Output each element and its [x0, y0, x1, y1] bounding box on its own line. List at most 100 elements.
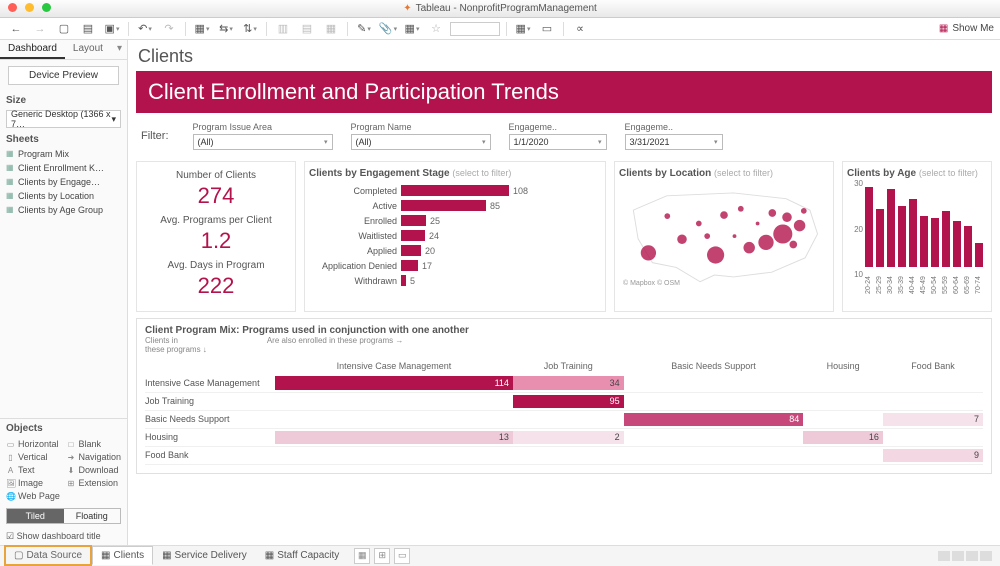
swap-icon[interactable]: ⇆: [216, 20, 236, 38]
age-bar[interactable]: 60-64: [953, 221, 961, 289]
object-item[interactable]: 🖼Image: [4, 477, 62, 489]
map-bubble[interactable]: [704, 233, 710, 239]
minimize-dot[interactable]: [25, 3, 34, 12]
age-panel[interactable]: Clients by Age (select to filter) 302010…: [842, 161, 992, 312]
group-icon[interactable]: ▥: [273, 20, 293, 38]
mix-cell[interactable]: 84: [624, 410, 804, 428]
device-preview-button[interactable]: Device Preview: [8, 66, 119, 85]
age-bar[interactable]: 30-34: [887, 189, 895, 289]
show-me-button[interactable]: ▦ Show Me: [939, 23, 994, 34]
filter-select[interactable]: (All): [193, 134, 333, 150]
show-title-checkbox[interactable]: ☑ Show dashboard title: [0, 528, 127, 545]
engagement-row[interactable]: Enrolled25: [311, 213, 599, 228]
age-bar[interactable]: 65-69: [964, 226, 972, 289]
clip-icon[interactable]: 📎: [378, 20, 398, 38]
map-bubble[interactable]: [758, 235, 773, 250]
sheet-item[interactable]: Program Mix: [0, 147, 127, 161]
window-controls[interactable]: [8, 3, 56, 15]
sort-icon[interactable]: ⇅: [240, 20, 260, 38]
map-bubble[interactable]: [738, 206, 744, 212]
back-button[interactable]: ←: [6, 20, 26, 38]
map-bubble[interactable]: [733, 234, 737, 238]
object-item[interactable]: ➜Navigation: [64, 451, 123, 463]
age-bar[interactable]: 55-59: [942, 211, 950, 289]
size-select[interactable]: Generic Desktop (1366 x 7…▾: [6, 110, 121, 128]
floating-button[interactable]: Floating: [64, 509, 121, 523]
grid-icon[interactable]: ▦: [402, 20, 422, 38]
us-map[interactable]: [619, 179, 829, 289]
worksheet-icon[interactable]: ▦: [192, 20, 212, 38]
program-mix-panel[interactable]: Client Program Mix: Programs used in con…: [136, 318, 992, 474]
age-bar[interactable]: 25-29: [876, 209, 884, 289]
sheet-item[interactable]: Client Enrollment K…: [0, 161, 127, 175]
map-bubble[interactable]: [794, 220, 805, 231]
map-bubble[interactable]: [768, 209, 776, 217]
filter-select[interactable]: 1/1/2020: [509, 134, 607, 150]
map-bubble[interactable]: [789, 241, 797, 249]
map-bubble[interactable]: [707, 246, 724, 263]
object-item[interactable]: □Blank: [64, 438, 123, 450]
age-bar[interactable]: 45-49: [920, 216, 928, 289]
map-bubble[interactable]: [756, 222, 760, 226]
map-bubble[interactable]: [782, 212, 792, 222]
engagement-row[interactable]: Applied20: [311, 243, 599, 258]
zoom-dot[interactable]: [42, 3, 51, 12]
mix-cell[interactable]: 114: [275, 374, 513, 392]
age-bar[interactable]: 50-54: [931, 218, 939, 289]
new-story-icon[interactable]: ▭: [394, 548, 410, 564]
tab-layout[interactable]: Layout: [65, 40, 111, 59]
tab-clients[interactable]: ▦ Clients: [92, 546, 153, 565]
age-bar[interactable]: 35-39: [898, 206, 906, 289]
age-bar[interactable]: 40-44: [909, 199, 917, 289]
mix-cell[interactable]: 7: [883, 410, 983, 428]
star-icon[interactable]: ☆: [426, 20, 446, 38]
engagement-row[interactable]: Waitlisted24: [311, 228, 599, 243]
mix-cell[interactable]: 13: [275, 428, 513, 446]
map-bubble[interactable]: [743, 242, 754, 253]
object-item[interactable]: ▯Vertical: [4, 451, 62, 463]
filter-select[interactable]: (All): [351, 134, 491, 150]
map-bubble[interactable]: [720, 211, 728, 219]
object-item[interactable]: 🌐Web Page: [4, 490, 62, 502]
map-bubble[interactable]: [677, 234, 687, 244]
engagement-row[interactable]: Completed108: [311, 183, 599, 198]
redo-icon[interactable]: ↷: [159, 20, 179, 38]
object-item[interactable]: ⊞Extension: [64, 477, 123, 489]
age-bar[interactable]: 70-74: [975, 243, 983, 289]
engagement-row[interactable]: Active85: [311, 198, 599, 213]
layout-toggle[interactable]: Tiled Floating: [6, 508, 121, 524]
mix-cell[interactable]: 2: [513, 428, 624, 446]
tab-service-delivery[interactable]: ▦ Service Delivery: [153, 546, 256, 565]
map-bubble[interactable]: [773, 224, 792, 243]
map-bubble[interactable]: [664, 213, 670, 219]
abc-icon[interactable]: ▦: [321, 20, 341, 38]
tab-staff-capacity[interactable]: ▦ Staff Capacity: [256, 546, 349, 565]
engagement-row[interactable]: Withdrawn5: [311, 273, 599, 288]
forward-button[interactable]: →: [30, 20, 50, 38]
save-icon[interactable]: ▢: [54, 20, 74, 38]
sheet-item[interactable]: Clients by Age Group: [0, 203, 127, 217]
connect-icon[interactable]: ▣: [102, 20, 122, 38]
tiled-button[interactable]: Tiled: [7, 509, 64, 523]
mix-cell[interactable]: 34: [513, 374, 624, 392]
map-bubble[interactable]: [641, 245, 656, 260]
mix-cell[interactable]: 9: [883, 446, 983, 464]
location-panel[interactable]: Clients by Location (select to filter) ©…: [614, 161, 834, 312]
object-item[interactable]: ⬇Download: [64, 464, 123, 476]
object-item[interactable]: AText: [4, 464, 62, 476]
totals-icon[interactable]: ▤: [297, 20, 317, 38]
engagement-panel[interactable]: Clients by Engagement Stage (select to f…: [304, 161, 606, 312]
map-bubble[interactable]: [801, 208, 807, 214]
object-item[interactable]: ▭Horizontal: [4, 438, 62, 450]
tab-data-source[interactable]: ▢ Data Source: [4, 545, 92, 566]
tab-dashboard[interactable]: Dashboard: [0, 40, 65, 59]
sheet-item[interactable]: Clients by Engage…: [0, 175, 127, 189]
highlight-icon[interactable]: ✎: [354, 20, 374, 38]
mix-cell[interactable]: 95: [513, 392, 624, 410]
filter-select[interactable]: 3/31/2021: [625, 134, 723, 150]
sheet-item[interactable]: Clients by Location: [0, 189, 127, 203]
new-dashboard-icon[interactable]: ⊞: [374, 548, 390, 564]
undo-icon[interactable]: ↶: [135, 20, 155, 38]
mix-cell[interactable]: 16: [803, 428, 883, 446]
engagement-row[interactable]: Application Denied17: [311, 258, 599, 273]
